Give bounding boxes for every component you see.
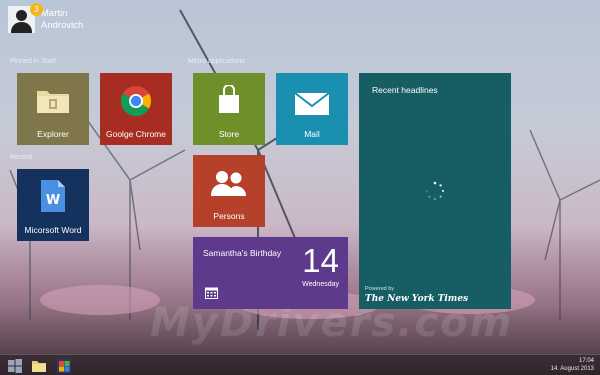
tile-news[interactable]: Recent headlines Powered by The New York… xyxy=(359,73,511,309)
event-title: Samantha's Birthday xyxy=(203,248,282,258)
tile-explorer-label: Explorer xyxy=(37,129,69,139)
system-clock[interactable]: 17:04 14. August 2013 xyxy=(551,357,594,373)
tile-word-label: Micorsoft Word xyxy=(24,225,82,235)
shopping-bag-icon xyxy=(219,85,239,113)
tile-word[interactable]: W Micorsoft Word xyxy=(17,169,89,241)
event-day: 14 xyxy=(302,242,339,279)
tile-chrome[interactable]: Goolge Chrome xyxy=(100,73,172,145)
tile-mail-label: Mail xyxy=(304,129,320,139)
tile-persons[interactable]: Persons xyxy=(193,155,265,227)
word-icon: W xyxy=(41,180,65,212)
calendar-icon xyxy=(205,287,218,299)
section-label-metro: Metro applications xyxy=(188,58,245,65)
folder-icon xyxy=(37,91,69,113)
taskbar-control-panel-button[interactable] xyxy=(56,358,72,374)
tile-store[interactable]: Store xyxy=(193,73,265,145)
windows-logo-icon xyxy=(8,359,22,373)
user-profile[interactable]: Martin Androvich xyxy=(8,6,83,33)
folder-icon xyxy=(32,361,46,372)
mail-icon xyxy=(294,92,330,115)
taskbar-explorer-button[interactable] xyxy=(31,358,47,374)
event-weekday: Wednesday xyxy=(302,281,339,288)
news-title: Recent headlines xyxy=(372,85,438,95)
news-powered-by: Powered by xyxy=(365,286,395,292)
loading-spinner-icon xyxy=(426,181,445,200)
news-brand-logo: The New York Times xyxy=(365,294,469,304)
user-name: Martin Androvich xyxy=(41,8,83,32)
clock-date: 14. August 2013 xyxy=(550,366,594,372)
tile-calendar-birthday[interactable]: Samantha's Birthday 14 Wednesday xyxy=(193,237,348,309)
start-button[interactable] xyxy=(7,358,23,374)
tile-explorer[interactable]: Explorer xyxy=(17,73,89,145)
chrome-icon xyxy=(120,86,152,117)
section-label-recent: Recent xyxy=(10,154,33,161)
user-last-name: Androvich xyxy=(41,19,84,31)
section-label-pinned: Pinned in Start xyxy=(10,58,56,65)
notification-badge[interactable]: 3 xyxy=(30,3,43,16)
tile-persons-label: Persons xyxy=(213,211,245,221)
people-icon xyxy=(211,171,246,196)
clock-time: 17:04 xyxy=(578,358,594,364)
tile-mail[interactable]: Mail xyxy=(276,73,348,145)
user-first-name: Martin xyxy=(41,7,68,19)
tile-chrome-label: Goolge Chrome xyxy=(105,129,166,139)
control-panel-icon xyxy=(57,359,71,373)
svg-text:W: W xyxy=(46,193,60,208)
tile-store-label: Store xyxy=(218,129,240,139)
taskbar: 17:04 14. August 2013 xyxy=(0,354,600,375)
